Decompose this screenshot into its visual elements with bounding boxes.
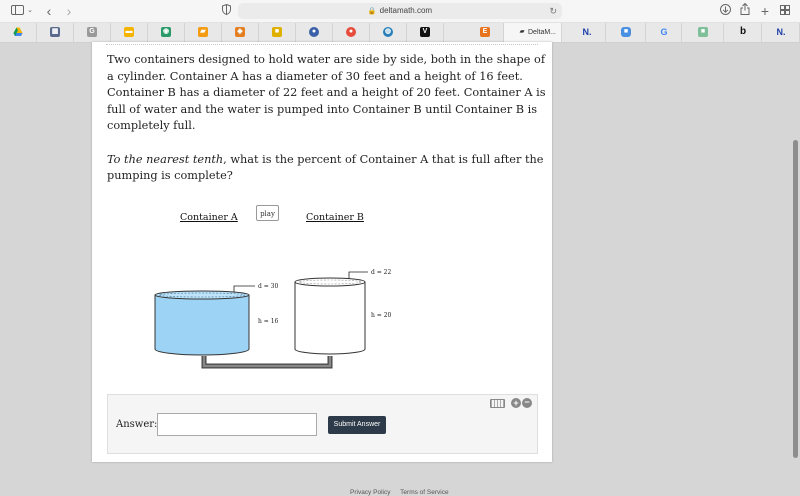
classroom-icon: ◉: [161, 27, 171, 37]
b-diameter-leader: [348, 271, 368, 279]
tab-5[interactable]: ◉: [148, 23, 185, 42]
tab-title: DeltaM...: [528, 29, 557, 36]
terms-link[interactable]: Terms of Service: [400, 489, 448, 496]
back-icon[interactable]: ‹: [44, 3, 54, 19]
tab-7[interactable]: ◆: [222, 23, 259, 42]
forward-icon[interactable]: ›: [64, 3, 74, 19]
answer-label: Answer:: [116, 419, 158, 430]
sidebar-icon[interactable]: [10, 3, 24, 19]
orange-icon: ◆: [235, 27, 245, 37]
chevron-down-icon[interactable]: ⌄: [26, 3, 34, 19]
red-circle-icon: ●: [346, 27, 356, 37]
tab-4[interactable]: ▬: [111, 23, 148, 42]
containers-diagram: d = 30 h = 16 d = 22 h = 20: [154, 269, 392, 369]
slides-icon: ▬: [124, 27, 134, 37]
reload-icon[interactable]: ↻: [549, 3, 557, 19]
zoom-in-icon[interactable]: +: [511, 398, 521, 408]
n-icon: N.: [582, 27, 592, 37]
tab-bar: ▦ G ▬ ◉ ▰ ◆ ■ ● ● ◍ V E ▰ DeltaM... N. ■…: [0, 23, 800, 43]
b-icon: b: [739, 26, 747, 37]
a-diameter-leader: [233, 285, 255, 292]
answer-section: + − Answer: Submit Answer: [107, 394, 538, 454]
tab-drive[interactable]: [0, 23, 37, 42]
page-footer: Privacy Policy Terms of Service: [350, 489, 457, 496]
b-diameter-label: d = 22: [371, 269, 392, 276]
tab-16[interactable]: ■: [606, 23, 646, 42]
privacy-link[interactable]: Privacy Policy: [350, 489, 390, 496]
lock-icon: 🔒: [367, 8, 377, 15]
tab-6[interactable]: ▰: [185, 23, 222, 42]
calendar-icon: ▦: [50, 27, 60, 37]
scrollbar[interactable]: [793, 140, 798, 458]
deltamath-icon: ▰: [519, 29, 525, 35]
tab-overview-icon[interactable]: [779, 3, 791, 19]
tab-2[interactable]: ▦: [37, 23, 74, 42]
b-height-label: h = 20: [371, 312, 392, 319]
question-panel: Two containers designed to hold water ar…: [92, 42, 552, 462]
browser-toolbar: ⌄ ‹ › 🔒 deltamath.com ↻ +: [0, 0, 800, 23]
tab-17[interactable]: G: [646, 23, 682, 42]
folder-icon: ▰: [198, 27, 208, 37]
blue-circle-icon: ●: [309, 27, 319, 37]
tab-15[interactable]: N.: [562, 23, 606, 42]
blue-globe-icon: ◍: [383, 27, 393, 37]
ei-icon: E: [480, 27, 490, 37]
address-bar[interactable]: 🔒 deltamath.com ↻: [238, 3, 562, 19]
new-tab-icon[interactable]: +: [759, 3, 771, 19]
google-icon: G: [660, 27, 668, 37]
tab-10[interactable]: ●: [333, 23, 370, 42]
container-b-body: [294, 281, 366, 355]
tab-18[interactable]: ■: [682, 23, 724, 42]
keyboard-icon[interactable]: [490, 399, 505, 408]
drive-icon: [13, 27, 23, 37]
tab-8[interactable]: ■: [259, 23, 296, 42]
tab-9[interactable]: ●: [296, 23, 333, 42]
tab-11[interactable]: ◍: [370, 23, 407, 42]
tab-12[interactable]: V: [407, 23, 444, 42]
tab-3[interactable]: G: [74, 23, 111, 42]
gray-page-icon: G: [87, 27, 97, 37]
tab-13[interactable]: E: [444, 23, 504, 42]
container-b-top: [294, 277, 366, 287]
share-icon[interactable]: [739, 2, 751, 19]
green-square-icon: ■: [698, 27, 708, 37]
a-diameter-label: d = 30: [258, 283, 279, 290]
zoom-out-icon[interactable]: −: [522, 398, 532, 408]
a-height-label: h = 16: [258, 318, 279, 325]
v-icon: V: [420, 27, 430, 37]
yellow-icon: ■: [272, 27, 282, 37]
blue-square-icon: ■: [621, 27, 631, 37]
submit-answer-button[interactable]: Submit Answer: [328, 416, 386, 434]
container-a-top: [154, 290, 250, 300]
connecting-pipe: [201, 356, 333, 369]
container-a-body: [154, 294, 250, 356]
tab-deltamath[interactable]: ▰ DeltaM...: [504, 23, 562, 42]
download-icon[interactable]: [719, 3, 731, 19]
tab-19[interactable]: b: [724, 23, 762, 42]
shield-icon[interactable]: [220, 3, 232, 19]
n-icon-2: N.: [776, 27, 786, 37]
url-text: deltamath.com: [379, 6, 433, 15]
answer-input[interactable]: [157, 413, 317, 436]
tab-20[interactable]: N.: [762, 23, 800, 42]
